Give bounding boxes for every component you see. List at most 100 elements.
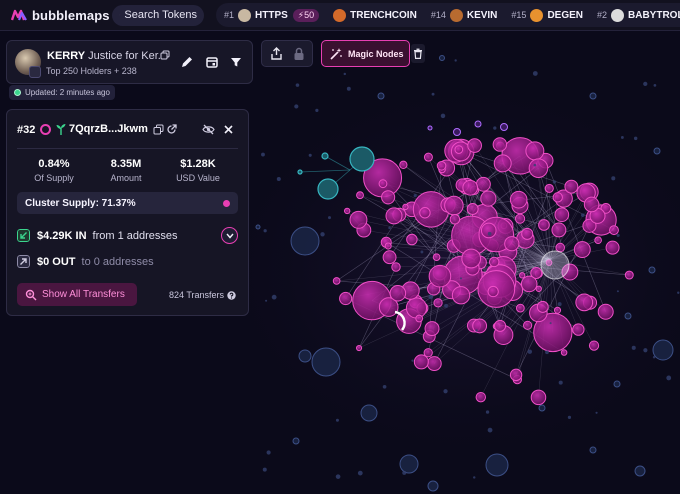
holder-bubble[interactable] bbox=[328, 216, 331, 220]
holder-bubble[interactable] bbox=[265, 299, 268, 302]
holder-bubble[interactable] bbox=[315, 108, 319, 112]
holder-bubble[interactable] bbox=[391, 262, 401, 272]
holder-bubble[interactable] bbox=[509, 190, 528, 209]
trending-token-kevin[interactable]: #14 KEVIN bbox=[431, 8, 497, 22]
holder-bubble[interactable] bbox=[620, 136, 624, 139]
holder-bubble[interactable] bbox=[633, 136, 638, 141]
holder-bubble[interactable] bbox=[487, 427, 493, 433]
holder-bubble[interactable] bbox=[321, 152, 329, 160]
holder-bubble[interactable] bbox=[424, 321, 440, 337]
holder-bubble[interactable] bbox=[554, 207, 570, 223]
holder-bubble[interactable] bbox=[461, 248, 482, 269]
holder-bubble[interactable] bbox=[335, 474, 341, 479]
holder-bubble[interactable] bbox=[382, 384, 387, 389]
holder-bubble[interactable] bbox=[514, 213, 526, 224]
holder-bubble[interactable] bbox=[549, 322, 552, 325]
holder-bubble[interactable] bbox=[583, 196, 600, 213]
holder-bubble[interactable] bbox=[595, 411, 598, 414]
holder-bubble[interactable] bbox=[613, 380, 621, 388]
holder-bubble[interactable] bbox=[652, 339, 674, 361]
holder-bubble[interactable] bbox=[560, 349, 568, 356]
holder-bubble[interactable] bbox=[523, 320, 533, 330]
holder-bubble[interactable] bbox=[553, 306, 562, 314]
holder-bubble[interactable] bbox=[653, 147, 661, 155]
holder-bubble[interactable] bbox=[297, 169, 303, 175]
share-icon[interactable] bbox=[270, 47, 283, 61]
hide-eye-icon[interactable] bbox=[202, 124, 215, 135]
holder-bubble[interactable] bbox=[440, 113, 446, 119]
holder-bubble[interactable] bbox=[355, 344, 363, 352]
holder-bubble[interactable] bbox=[415, 314, 424, 323]
holder-bubble[interactable] bbox=[487, 285, 499, 298]
holder-bubble[interactable] bbox=[475, 391, 487, 403]
holder-bubble[interactable] bbox=[360, 404, 378, 422]
holder-bubble[interactable] bbox=[624, 270, 634, 280]
holder-bubble[interactable] bbox=[451, 286, 471, 305]
holder-bubble[interactable] bbox=[466, 203, 479, 215]
holder-bubble[interactable] bbox=[528, 158, 549, 178]
holder-bubble[interactable] bbox=[475, 329, 478, 332]
holder-bubble[interactable] bbox=[474, 120, 482, 128]
holder-bubble[interactable] bbox=[454, 59, 457, 62]
holder-bubble[interactable] bbox=[616, 233, 620, 237]
expand-inflow-button[interactable] bbox=[221, 227, 238, 244]
holder-bubble[interactable] bbox=[428, 294, 434, 300]
holder-bubble[interactable] bbox=[402, 203, 409, 211]
holder-bubble[interactable] bbox=[426, 356, 442, 372]
filter-icon[interactable] bbox=[229, 55, 243, 69]
holder-bubble[interactable] bbox=[308, 153, 312, 157]
holder-bubble[interactable] bbox=[382, 250, 397, 265]
holder-bubble[interactable] bbox=[631, 345, 636, 350]
holder-bubble[interactable] bbox=[515, 303, 525, 313]
holder-bubble[interactable] bbox=[413, 354, 429, 370]
holder-bubble[interactable] bbox=[317, 178, 339, 200]
holder-bubble[interactable] bbox=[519, 272, 526, 279]
holder-bubble[interactable] bbox=[589, 92, 597, 100]
magic-nodes-button[interactable]: Magic Nodes bbox=[321, 40, 410, 67]
holder-bubble[interactable] bbox=[444, 303, 448, 308]
holder-bubble[interactable] bbox=[311, 347, 341, 377]
holder-bubble[interactable] bbox=[575, 293, 594, 312]
external-link-icon[interactable] bbox=[166, 124, 177, 135]
holder-bubble[interactable] bbox=[494, 319, 507, 332]
holder-bubble[interactable] bbox=[473, 476, 476, 479]
holder-bubble[interactable] bbox=[564, 179, 579, 194]
holder-bubble[interactable] bbox=[472, 318, 488, 334]
holder-bubble[interactable] bbox=[388, 226, 391, 230]
holder-bubble[interactable] bbox=[509, 368, 523, 382]
holder-bubble[interactable] bbox=[467, 138, 482, 153]
holder-bubble[interactable] bbox=[588, 340, 600, 351]
holder-bubble[interactable] bbox=[356, 191, 364, 200]
trending-token-https[interactable]: #1 HTTPS ⚡50 bbox=[224, 8, 320, 22]
holder-bubble[interactable] bbox=[399, 160, 408, 169]
holder-bubble[interactable] bbox=[487, 231, 492, 236]
holder-bubble[interactable] bbox=[443, 389, 448, 394]
holder-bubble[interactable] bbox=[611, 176, 616, 181]
holder-bubble[interactable] bbox=[493, 126, 497, 130]
holder-bubble[interactable] bbox=[384, 242, 392, 250]
holder-bubble[interactable] bbox=[480, 190, 497, 207]
holder-bubble[interactable] bbox=[427, 125, 433, 131]
trash-button[interactable] bbox=[411, 44, 425, 63]
holder-bubble[interactable] bbox=[454, 145, 464, 154]
holder-bubble[interactable] bbox=[427, 480, 439, 492]
holder-bubble[interactable] bbox=[266, 450, 271, 455]
holder-bubble[interactable] bbox=[558, 380, 563, 385]
holder-bubble[interactable] bbox=[462, 179, 479, 196]
holder-bubble[interactable] bbox=[298, 349, 312, 363]
holder-bubble[interactable] bbox=[666, 375, 672, 381]
holder-bubble[interactable] bbox=[295, 83, 300, 87]
holder-bubble[interactable] bbox=[261, 152, 265, 157]
close-icon[interactable] bbox=[223, 124, 234, 135]
holder-bubble[interactable] bbox=[538, 219, 550, 231]
holder-bubble[interactable] bbox=[609, 225, 619, 236]
holder-bubble[interactable] bbox=[594, 236, 602, 245]
holder-bubble[interactable] bbox=[381, 190, 396, 205]
holder-bubble[interactable] bbox=[335, 418, 339, 422]
holder-bubble[interactable] bbox=[624, 312, 632, 320]
lock-icon[interactable] bbox=[293, 47, 305, 61]
holder-bubble[interactable] bbox=[343, 72, 347, 76]
holder-bubble[interactable] bbox=[504, 236, 520, 252]
search-tokens-button[interactable]: Search Tokens bbox=[112, 4, 204, 26]
holder-bubble[interactable] bbox=[536, 300, 549, 313]
